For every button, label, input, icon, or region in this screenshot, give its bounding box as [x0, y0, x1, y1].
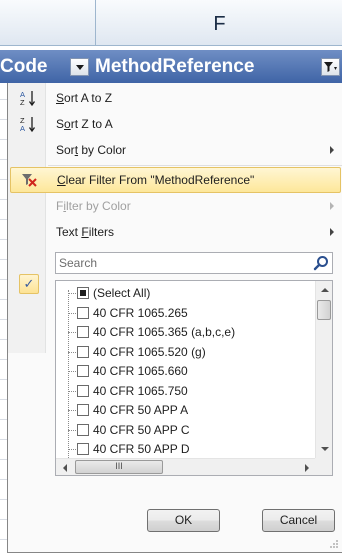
tree-line	[68, 312, 76, 314]
list-item[interactable]: 40 CFR 50 APP D	[56, 440, 306, 459]
sort-z-to-a-label: Sort Z to A	[56, 117, 113, 131]
submenu-arrow-icon	[330, 202, 334, 210]
code-column-header: Code	[0, 56, 48, 77]
column-header-row: F	[0, 0, 342, 46]
list-item[interactable]: 40 CFR 1065.660	[56, 362, 306, 381]
list-item-label: 40 CFR 50 APP A	[93, 403, 189, 417]
checkbox[interactable]	[77, 287, 89, 299]
list-item[interactable]: 40 CFR 1065.365 (a,b,c,e)	[56, 323, 306, 342]
scroll-down-icon[interactable]	[321, 447, 329, 451]
list-item[interactable]: 40 CFR 1065.750	[56, 382, 306, 401]
list-item[interactable]: (Select All)	[56, 284, 306, 303]
menu-item-text-filters[interactable]: Text Filters	[9, 219, 342, 245]
left-cells-strip	[0, 83, 7, 553]
filter-by-color-label: Filter by Color	[56, 199, 131, 213]
tree-line	[68, 410, 76, 411]
list-item[interactable]: 40 CFR 1065.265	[56, 304, 306, 323]
search-box[interactable]	[55, 252, 333, 274]
clear-filter-icon	[22, 174, 37, 187]
search-input[interactable]	[59, 255, 309, 271]
list-item-label: (Select All)	[93, 286, 151, 300]
checkbox[interactable]	[77, 326, 89, 338]
autofilter-menu: A Z Sort A to Z Z A Sort Z to A Sort by …	[7, 83, 342, 553]
tree-line	[68, 390, 76, 392]
clear-filter-label: Clear Filter From "MethodReference"	[57, 173, 255, 187]
horizontal-scrollbar[interactable]: III	[56, 458, 316, 475]
horizontal-scroll-thumb[interactable]: III	[75, 460, 163, 474]
list-item-label: 40 CFR 1065.265	[93, 305, 188, 320]
menu-item-sort-by-color[interactable]: Sort by Color	[9, 137, 342, 163]
list-item-label: 40 CFR 1065.660	[93, 364, 188, 378]
list-item-label: 40 CFR 50 APP C	[93, 422, 190, 437]
search-icon[interactable]	[313, 255, 329, 271]
filter-icon	[324, 62, 337, 72]
tree-line	[68, 351, 76, 353]
menu-item-sort-z-to-a[interactable]: Z A Sort Z to A	[9, 111, 342, 137]
vertical-scrollbar[interactable]	[315, 281, 332, 458]
tree-line	[68, 449, 76, 450]
checkbox[interactable]	[77, 365, 89, 377]
checkbox[interactable]	[77, 404, 89, 416]
scrollbar-corner	[315, 458, 332, 475]
scroll-up-icon[interactable]	[321, 288, 329, 292]
list-item[interactable]: 40 CFR 1065.520 (g)	[56, 343, 306, 362]
sort-descending-icon: Z A	[20, 116, 36, 133]
tree-line	[68, 293, 76, 294]
scroll-right-icon[interactable]	[305, 464, 309, 472]
text-filters-label: Text Filters	[56, 225, 115, 239]
vertical-scroll-thumb[interactable]	[317, 300, 331, 320]
tree-line	[68, 371, 76, 372]
submenu-arrow-icon	[330, 146, 334, 154]
checkbox[interactable]	[77, 423, 89, 436]
menu-separator	[48, 165, 342, 166]
checkbox[interactable]	[77, 306, 89, 319]
list-item[interactable]: 40 CFR 50 APP C	[56, 421, 306, 440]
ok-button[interactable]: OK	[147, 509, 220, 532]
sort-a-to-z-label: Sort A to Z	[56, 91, 113, 105]
column-header-e[interactable]	[0, 0, 96, 46]
submenu-arrow-icon	[330, 228, 334, 236]
checkbox[interactable]	[77, 345, 89, 358]
resize-grip-icon[interactable]	[329, 539, 339, 549]
tree-line	[68, 332, 76, 333]
checkbox[interactable]	[77, 384, 89, 397]
filter-values-list[interactable]: (Select All) 40 CFR 1065.265 40 CFR 1065.3…	[55, 280, 333, 476]
code-filter-dropdown[interactable]	[70, 58, 89, 76]
list-item-label: 40 CFR 50 APP D	[93, 442, 190, 456]
tree-line	[68, 429, 76, 431]
checkbox[interactable]	[77, 443, 89, 455]
svg-text:A: A	[20, 124, 25, 133]
method-reference-filter-button[interactable]	[321, 58, 340, 76]
method-reference-column-header: MethodReference	[95, 56, 255, 77]
list-item-label: 40 CFR 1065.750	[93, 383, 188, 398]
scroll-left-icon[interactable]	[63, 464, 67, 472]
column-header-f[interactable]: F	[97, 2, 342, 46]
menu-item-sort-a-to-z[interactable]: A Z Sort A to Z	[9, 85, 342, 111]
sort-by-color-label: Sort by Color	[56, 143, 127, 157]
cancel-button[interactable]: Cancel	[262, 509, 335, 532]
svg-text:Z: Z	[20, 98, 25, 107]
table-header-row: Code MethodReference	[0, 50, 342, 83]
list-item[interactable]: 40 CFR 50 APP A	[56, 401, 306, 420]
chevron-down-icon	[76, 65, 84, 70]
checkmark-icon: ✓	[19, 274, 39, 294]
sort-ascending-icon: A Z	[20, 90, 36, 107]
list-item-label: 40 CFR 1065.520 (g)	[93, 344, 206, 359]
list-item-label: 40 CFR 1065.365 (a,b,c,e)	[93, 325, 236, 339]
menu-item-clear-filter[interactable]: Clear Filter From "MethodReference"	[10, 167, 341, 193]
menu-item-filter-by-color[interactable]: Filter by Color	[9, 193, 342, 219]
